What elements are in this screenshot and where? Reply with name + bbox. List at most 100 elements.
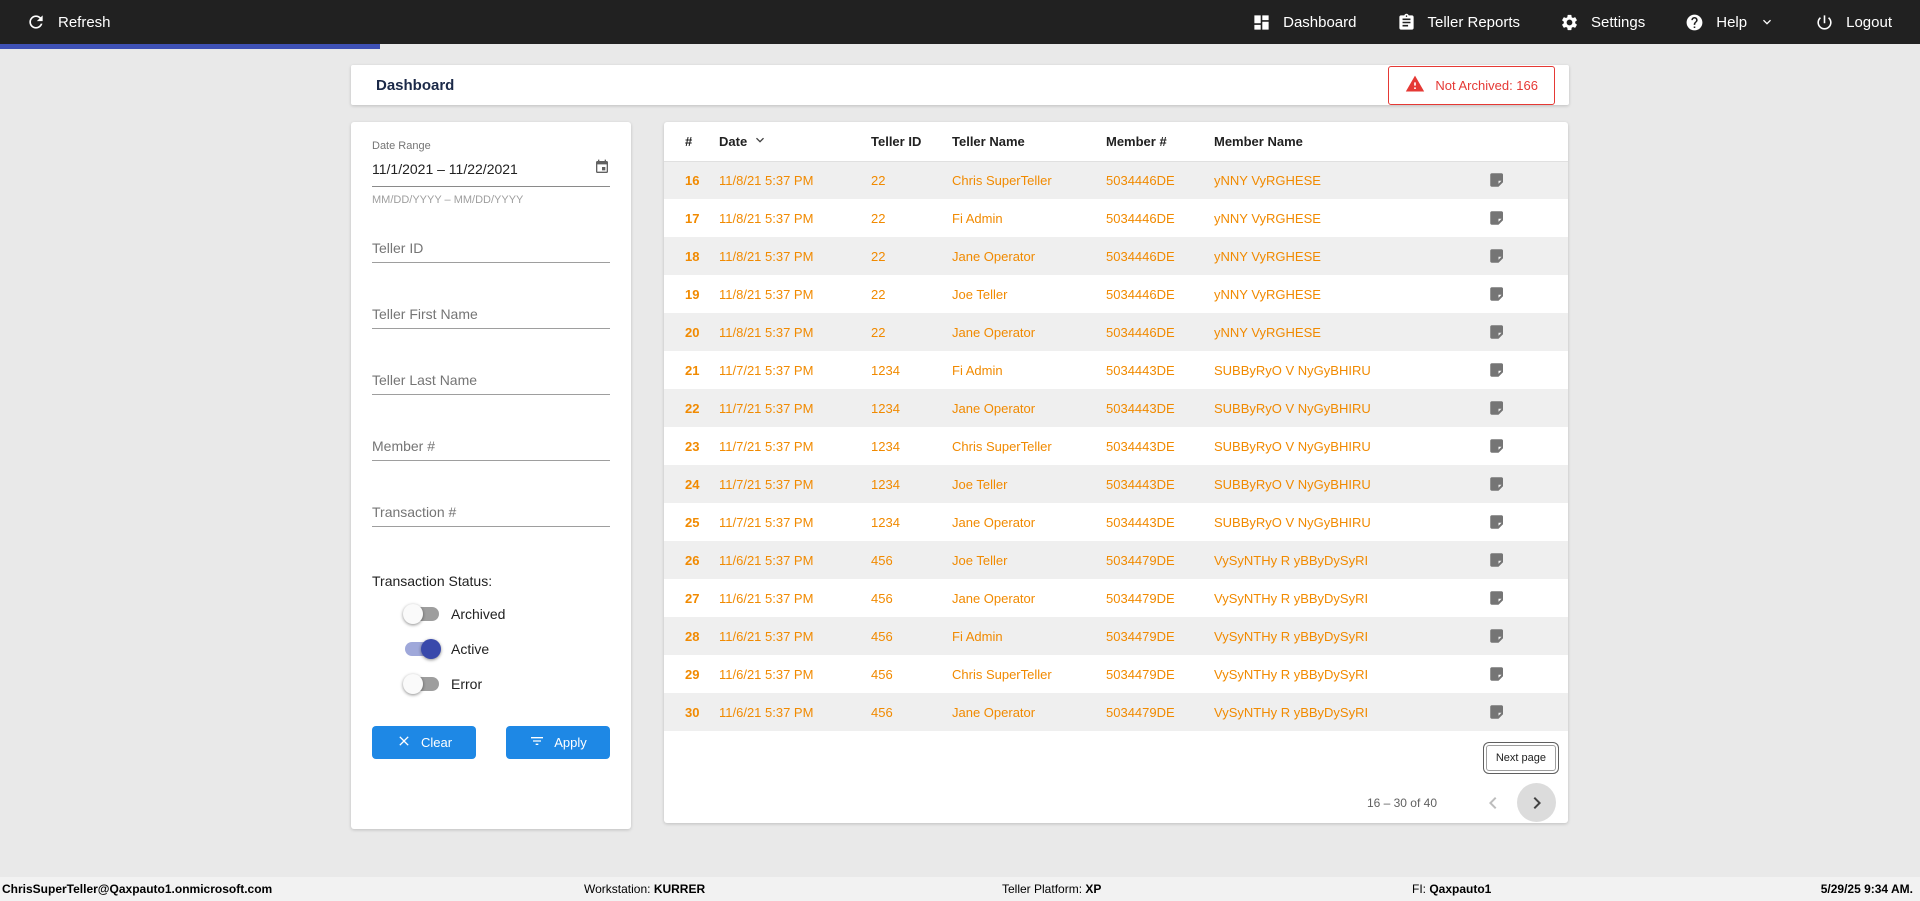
- row-teller-id: 22: [871, 210, 886, 226]
- row-number: 17: [685, 210, 700, 226]
- row-teller-name: Fi Admin: [952, 362, 1003, 378]
- table-row[interactable]: 23 11/7/21 5:37 PM 1234 Chris SuperTelle…: [664, 427, 1568, 465]
- row-member-name: yNNY VyRGHESE: [1214, 210, 1321, 226]
- table-row[interactable]: 27 11/6/21 5:37 PM 456 Jane Operator 503…: [664, 579, 1568, 617]
- note-icon[interactable]: [1487, 465, 1568, 503]
- next-page-button[interactable]: Next page: [1485, 745, 1556, 771]
- row-date: 11/6/21 5:37 PM: [719, 552, 814, 568]
- note-icon[interactable]: [1487, 351, 1568, 389]
- teller-id-input[interactable]: [372, 234, 610, 263]
- nav-settings[interactable]: Settings: [1560, 13, 1645, 32]
- row-teller-id: 22: [871, 172, 886, 188]
- table-row[interactable]: 22 11/7/21 5:37 PM 1234 Jane Operator 50…: [664, 389, 1568, 427]
- note-icon[interactable]: [1487, 503, 1568, 541]
- table-header-row: # Date Teller ID Teller Name Member # Me…: [664, 122, 1568, 162]
- nav-dashboard[interactable]: Dashboard: [1252, 13, 1357, 32]
- archived-switch[interactable]: [403, 604, 439, 624]
- previous-page-icon[interactable]: [1481, 791, 1505, 815]
- column-actions: [1487, 122, 1568, 162]
- filter-panel: Date Range 11/1/2021 – 11/22/2021 MM/DD/…: [351, 122, 631, 829]
- note-icon[interactable]: [1487, 237, 1568, 275]
- column-member-name[interactable]: Member Name: [1213, 122, 1487, 162]
- row-teller-id: 1234: [871, 400, 900, 416]
- row-date: 11/7/21 5:37 PM: [719, 362, 814, 378]
- teller-last-name-input[interactable]: [372, 366, 610, 395]
- nav-teller-reports[interactable]: Teller Reports: [1397, 13, 1520, 32]
- power-icon: [1815, 13, 1834, 32]
- note-icon[interactable]: [1487, 579, 1568, 617]
- note-icon[interactable]: [1487, 427, 1568, 465]
- note-icon[interactable]: [1487, 161, 1568, 199]
- note-icon[interactable]: [1487, 655, 1568, 693]
- dashboard-icon: [1252, 13, 1271, 32]
- table-row[interactable]: 19 11/8/21 5:37 PM 22 Joe Teller 5034446…: [664, 275, 1568, 313]
- next-page-icon[interactable]: [1517, 783, 1556, 822]
- row-number: 30: [685, 704, 700, 720]
- note-icon[interactable]: [1487, 313, 1568, 351]
- row-teller-id: 456: [871, 552, 893, 568]
- table-row[interactable]: 29 11/6/21 5:37 PM 456 Chris SuperTeller…: [664, 655, 1568, 693]
- row-member-name: yNNY VyRGHESE: [1214, 324, 1321, 340]
- row-teller-id: 1234: [871, 476, 900, 492]
- topbar: Refresh Dashboard Teller Reports Setting…: [0, 0, 1920, 44]
- row-member-name: yNNY VyRGHESE: [1214, 286, 1321, 302]
- note-icon[interactable]: [1487, 693, 1568, 731]
- table-row[interactable]: 21 11/7/21 5:37 PM 1234 Fi Admin 5034443…: [664, 351, 1568, 389]
- archived-toggle[interactable]: Archived: [403, 604, 610, 624]
- note-icon[interactable]: [1487, 389, 1568, 427]
- nav-logout-label: Logout: [1846, 13, 1892, 31]
- row-number: 25: [685, 514, 700, 530]
- row-member-number: 5034446DE: [1106, 324, 1175, 340]
- active-toggle[interactable]: Active: [405, 639, 610, 659]
- gear-icon: [1560, 13, 1579, 32]
- table-row[interactable]: 26 11/6/21 5:37 PM 456 Joe Teller 503447…: [664, 541, 1568, 579]
- row-date: 11/7/21 5:37 PM: [719, 476, 814, 492]
- column-teller-name[interactable]: Teller Name: [951, 122, 1105, 162]
- member-number-input[interactable]: [372, 432, 610, 461]
- help-icon: [1685, 13, 1704, 32]
- row-date: 11/8/21 5:37 PM: [719, 286, 814, 302]
- row-number: 28: [685, 628, 700, 644]
- table-row[interactable]: 16 11/8/21 5:37 PM 22 Chris SuperTeller …: [664, 161, 1568, 199]
- teller-first-name-input[interactable]: [372, 300, 610, 329]
- active-toggle-label: Active: [451, 641, 490, 657]
- table-row[interactable]: 25 11/7/21 5:37 PM 1234 Jane Operator 50…: [664, 503, 1568, 541]
- column-teller-id[interactable]: Teller ID: [870, 122, 951, 162]
- note-icon[interactable]: [1487, 275, 1568, 313]
- transaction-number-input[interactable]: [372, 498, 610, 527]
- row-member-name: VySyNTHy R yBByDySyRI: [1214, 590, 1369, 606]
- nav-help[interactable]: Help: [1685, 13, 1775, 32]
- column-date[interactable]: Date: [718, 122, 870, 162]
- error-toggle[interactable]: Error: [403, 674, 610, 694]
- apply-button[interactable]: Apply: [506, 726, 610, 759]
- clipboard-icon: [1397, 13, 1416, 32]
- row-teller-id: 22: [871, 286, 886, 302]
- note-icon[interactable]: [1487, 541, 1568, 579]
- nav-logout[interactable]: Logout: [1815, 13, 1892, 32]
- refresh-button[interactable]: Refresh: [26, 12, 111, 32]
- workstation-info: Workstation: KURRER: [584, 882, 706, 896]
- table-row[interactable]: 30 11/6/21 5:37 PM 456 Jane Operator 503…: [664, 693, 1568, 731]
- table-row[interactable]: 24 11/7/21 5:37 PM 1234 Joe Teller 50344…: [664, 465, 1568, 503]
- not-archived-badge[interactable]: Not Archived: 166: [1388, 65, 1555, 105]
- clear-button[interactable]: Clear: [372, 726, 476, 759]
- row-member-number: 5034446DE: [1106, 210, 1175, 226]
- table-row[interactable]: 18 11/8/21 5:37 PM 22 Jane Operator 5034…: [664, 237, 1568, 275]
- row-number: 23: [685, 438, 700, 454]
- row-date: 11/6/21 5:37 PM: [719, 666, 814, 682]
- table-row[interactable]: 20 11/8/21 5:37 PM 22 Jane Operator 5034…: [664, 313, 1568, 351]
- row-date: 11/7/21 5:37 PM: [719, 400, 814, 416]
- column-member-number[interactable]: Member #: [1105, 122, 1213, 162]
- table-row[interactable]: 17 11/8/21 5:37 PM 22 Fi Admin 5034446DE…: [664, 199, 1568, 237]
- current-datetime: 5/29/25 9:34 AM.: [1820, 882, 1913, 896]
- sort-down-icon: [752, 132, 768, 151]
- note-icon[interactable]: [1487, 199, 1568, 237]
- error-switch[interactable]: [403, 674, 439, 694]
- calendar-icon[interactable]: [594, 159, 610, 178]
- active-switch[interactable]: [405, 639, 441, 659]
- date-range-field[interactable]: 11/1/2021 – 11/22/2021: [372, 152, 610, 187]
- row-member-name: VySyNTHy R yBByDySyRI: [1214, 628, 1369, 644]
- archived-toggle-label: Archived: [451, 606, 506, 622]
- table-row[interactable]: 28 11/6/21 5:37 PM 456 Fi Admin 5034479D…: [664, 617, 1568, 655]
- note-icon[interactable]: [1487, 617, 1568, 655]
